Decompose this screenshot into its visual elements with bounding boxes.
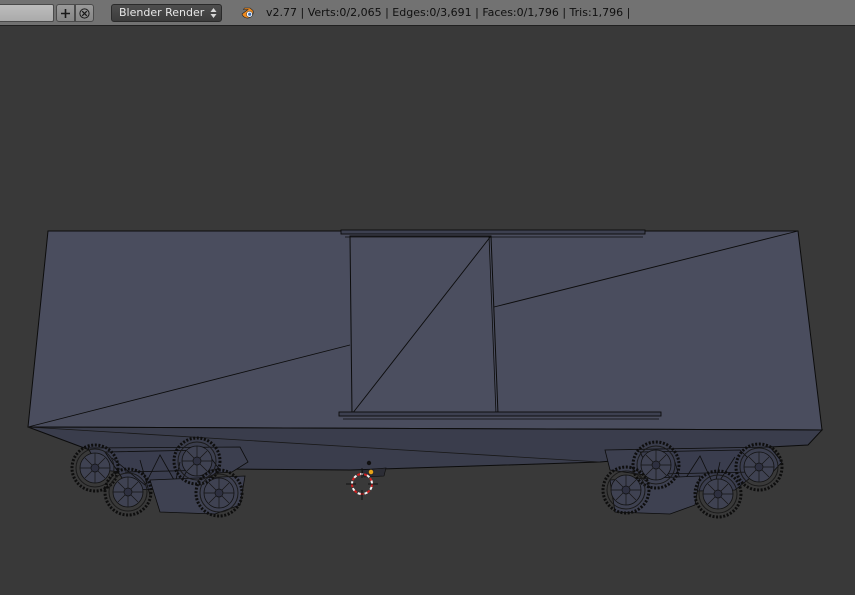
viewport-canvas[interactable] xyxy=(0,26,855,595)
updown-arrows-icon xyxy=(210,8,217,18)
left-bogie-mesh[interactable] xyxy=(70,436,249,518)
3d-viewport[interactable] xyxy=(0,26,855,595)
scene-statistics: v2.77 | Verts:0/2,065 | Edges:0/3,691 | … xyxy=(266,6,631,19)
render-engine-dropdown[interactable]: Blender Render xyxy=(111,4,222,22)
info-header: Blender Render v2.77 | Verts:0/2,065 | E… xyxy=(0,0,855,26)
right-bogie-mesh[interactable] xyxy=(601,440,784,519)
scene-name-field[interactable] xyxy=(0,4,54,22)
delete-scene-button[interactable] xyxy=(75,4,94,22)
render-engine-label: Blender Render xyxy=(119,6,205,19)
plus-icon xyxy=(61,8,70,18)
add-scene-button[interactable] xyxy=(56,4,75,22)
x-icon xyxy=(79,7,90,19)
blender-logo-icon xyxy=(241,7,254,19)
